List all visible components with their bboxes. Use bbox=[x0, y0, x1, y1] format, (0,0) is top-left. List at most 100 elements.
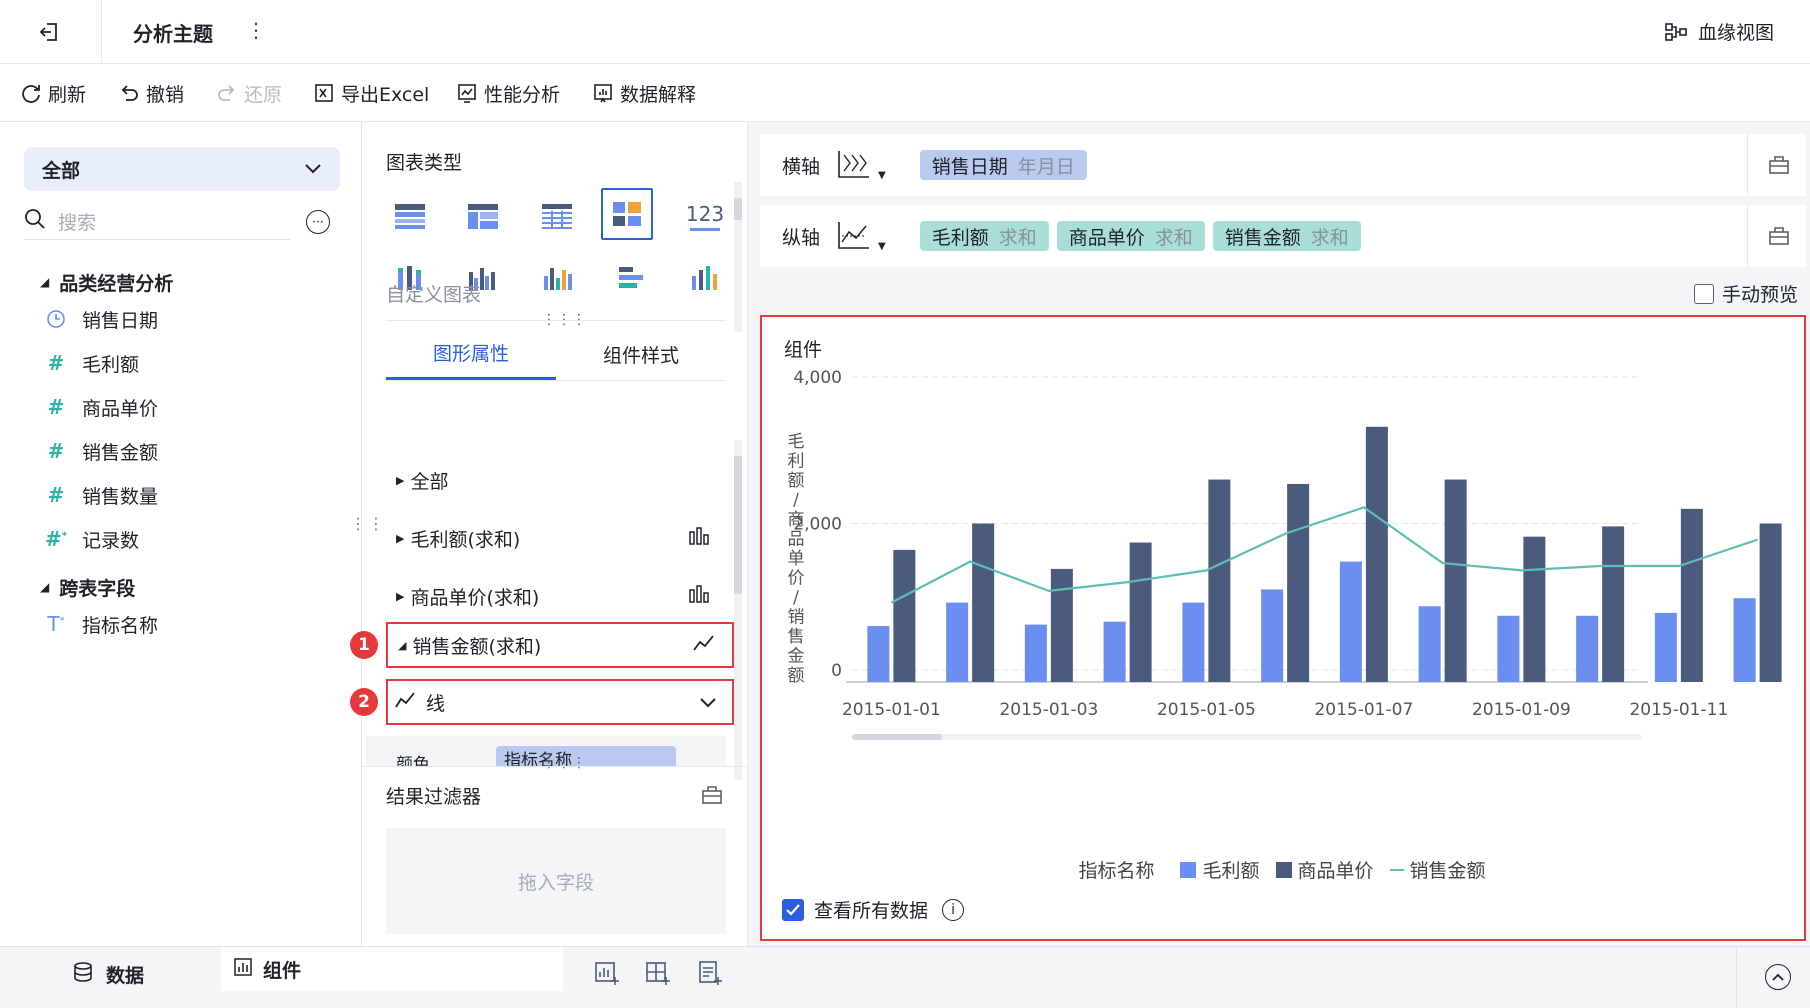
scroll-thumb[interactable] bbox=[734, 198, 742, 220]
legend-item-sales-amount[interactable]: 销售金额 bbox=[1389, 856, 1486, 883]
field-panel: 全部 搜索 ··· ◢ 品类经营分析 销售日期 # 毛利额 # 商品单价 # 销… bbox=[0, 122, 384, 946]
refresh-button[interactable]: 刷新 bbox=[20, 64, 86, 122]
more-options-icon[interactable]: ··· bbox=[306, 210, 330, 234]
bar bbox=[972, 523, 995, 682]
y-axis-field-pill[interactable]: 毛利额 求和 bbox=[919, 221, 1049, 251]
panel-resize-handle[interactable]: ⋮⋮⋮ bbox=[542, 755, 587, 771]
prop-unit-price[interactable]: ▶ 商品单价(求和) bbox=[386, 574, 726, 618]
group-pinlei[interactable]: ◢ 品类经营分析 bbox=[40, 267, 173, 297]
bar bbox=[867, 626, 890, 682]
more-vertical-icon[interactable]: ⋮ bbox=[246, 18, 266, 42]
chart-type-detail-table[interactable] bbox=[535, 194, 579, 238]
y-axis-label: 纵轴 bbox=[782, 226, 821, 249]
chart-type-color-bar[interactable] bbox=[683, 256, 727, 300]
undo-label: 撤销 bbox=[146, 83, 185, 106]
search-input[interactable]: 搜索 bbox=[58, 208, 96, 235]
chart-widget[interactable]: 组件 4,000 2,000 0 毛利额 / 商品单价 / 销售金额 2015-01-01 201… bbox=[760, 315, 1806, 941]
checkbox-checked[interactable] bbox=[782, 898, 804, 921]
chart-type-custom-selected[interactable] bbox=[601, 188, 653, 240]
undo-icon bbox=[118, 82, 140, 104]
y-axis-title-char: 额 bbox=[788, 471, 805, 491]
x-tick-label: 2015-01-07 bbox=[1314, 700, 1413, 720]
field-item-sales-date[interactable]: 销售日期 bbox=[44, 297, 158, 341]
lineage-button[interactable]: 血缘视图 bbox=[1664, 18, 1774, 45]
tab-widget-style[interactable]: 组件样式 bbox=[556, 328, 726, 380]
shape-select-value: 线 bbox=[426, 692, 446, 715]
tab-data[interactable]: 数据 bbox=[72, 961, 144, 988]
y-axis-type-icon[interactable]: ▼ bbox=[836, 220, 886, 252]
dataset-dropdown[interactable]: 全部 bbox=[24, 147, 340, 191]
caret-down-icon: ▼ bbox=[878, 170, 886, 181]
chart-shape-select[interactable]: 线 bbox=[386, 679, 734, 725]
export-excel-button[interactable]: 导出Excel bbox=[313, 64, 429, 122]
color-label: 颜色 bbox=[396, 755, 430, 766]
tab-label: 组件样式 bbox=[602, 344, 679, 367]
prop-gross-profit[interactable]: ▶ 毛利额(求和) bbox=[386, 516, 726, 560]
field-item-unit-price[interactable]: # 商品单价 bbox=[44, 385, 158, 429]
tab-widget[interactable]: 组件 bbox=[221, 947, 563, 991]
add-story-icon[interactable] bbox=[697, 960, 723, 991]
redo-button[interactable]: 还原 bbox=[216, 64, 282, 122]
add-widget-icon[interactable] bbox=[594, 960, 620, 991]
bar bbox=[1050, 568, 1073, 682]
filter-drop-zone[interactable]: 拖入字段 bbox=[386, 828, 726, 934]
props-scrollbar[interactable] bbox=[734, 440, 742, 780]
field-label: 销售金额 bbox=[82, 441, 159, 464]
chart-type-multi-bar[interactable] bbox=[535, 256, 579, 300]
y-axis-title-char: / bbox=[793, 588, 799, 608]
field-item-metric-name[interactable]: T* 指标名称 bbox=[44, 602, 158, 646]
view-all-data-option[interactable]: 查看所有数据 i bbox=[782, 896, 965, 923]
chart-type-horizontal-bar[interactable] bbox=[609, 256, 653, 300]
y-axis-field-pill[interactable]: 商品单价 求和 bbox=[1056, 221, 1205, 251]
custom-chart-label[interactable]: 自定义图表 bbox=[386, 280, 481, 307]
manual-preview-label: 手动预览 bbox=[1721, 284, 1798, 306]
back-icon[interactable] bbox=[36, 18, 64, 46]
clock-icon bbox=[44, 309, 68, 329]
divider bbox=[1736, 947, 1737, 1008]
x-axis-type-icon[interactable]: ▼ bbox=[836, 149, 886, 181]
lock-icon[interactable] bbox=[701, 784, 723, 809]
tab-shape-properties[interactable]: 图形属性 bbox=[386, 328, 556, 380]
combo-chart[interactable]: 4,0002,0000毛利额/商品单价/销售金额2015-01-01 2015-0… bbox=[762, 357, 1802, 877]
field-item-record-count[interactable]: #* 记录数 bbox=[44, 517, 139, 561]
legend-item-unit-price[interactable]: 商品单价 bbox=[1275, 856, 1374, 883]
text-star-icon: T* bbox=[47, 612, 65, 636]
chart-type-pivot[interactable] bbox=[461, 194, 505, 238]
bar bbox=[1208, 479, 1231, 682]
pill-sub: 求和 bbox=[1310, 226, 1349, 249]
field-item-sales-qty[interactable]: # 销售数量 bbox=[44, 473, 158, 517]
field-item-gross-profit[interactable]: # 毛利额 bbox=[44, 341, 139, 385]
checkbox[interactable] bbox=[1693, 283, 1714, 304]
undo-button[interactable]: 撤销 bbox=[118, 64, 184, 122]
lock-icon[interactable] bbox=[1768, 225, 1790, 250]
legend-item-gross-profit[interactable]: 毛利额 bbox=[1180, 856, 1260, 883]
add-dashboard-icon[interactable] bbox=[645, 960, 671, 991]
chart-type-scrollbar[interactable] bbox=[734, 182, 742, 332]
chart-type-kpi[interactable]: 123 bbox=[683, 194, 727, 238]
performance-button[interactable]: 性能分析 bbox=[456, 64, 560, 122]
field-item-sales-amount[interactable]: # 销售金额 bbox=[44, 429, 158, 473]
performance-label: 性能分析 bbox=[484, 83, 561, 106]
y-axis-field-pill[interactable]: 销售金额 求和 bbox=[1212, 221, 1361, 251]
manual-preview-toggle[interactable]: 手动预览 bbox=[1693, 280, 1798, 307]
lock-icon[interactable] bbox=[1768, 154, 1790, 179]
prop-sales-amount[interactable]: ◢ 销售金额(求和) bbox=[386, 622, 734, 668]
collapse-up-icon[interactable] bbox=[1765, 964, 1791, 990]
scroll-thumb[interactable] bbox=[734, 456, 742, 594]
hash-icon: # bbox=[47, 483, 65, 507]
redo-label: 还原 bbox=[244, 83, 283, 106]
divider bbox=[386, 380, 726, 381]
chart-type-table[interactable] bbox=[388, 194, 432, 238]
search-box[interactable]: 搜索 bbox=[24, 204, 290, 240]
export-label: 导出Excel bbox=[341, 83, 430, 106]
prop-all[interactable]: ▶ 全部 bbox=[386, 458, 726, 502]
data-explain-button[interactable]: 数据解释 bbox=[592, 64, 696, 122]
filter-title: 结果过滤器 bbox=[386, 786, 482, 808]
group-cross-table[interactable]: ◢ 跨表字段 bbox=[40, 572, 135, 602]
caret-down-icon: ▼ bbox=[878, 241, 886, 252]
info-icon[interactable]: i bbox=[942, 898, 965, 921]
x-axis-row: 横轴 ▼ 销售日期 年月日 bbox=[760, 134, 1806, 196]
bar bbox=[1418, 606, 1441, 682]
x-axis-field-pill[interactable]: 销售日期 年月日 bbox=[919, 150, 1087, 180]
bar bbox=[1339, 561, 1362, 682]
